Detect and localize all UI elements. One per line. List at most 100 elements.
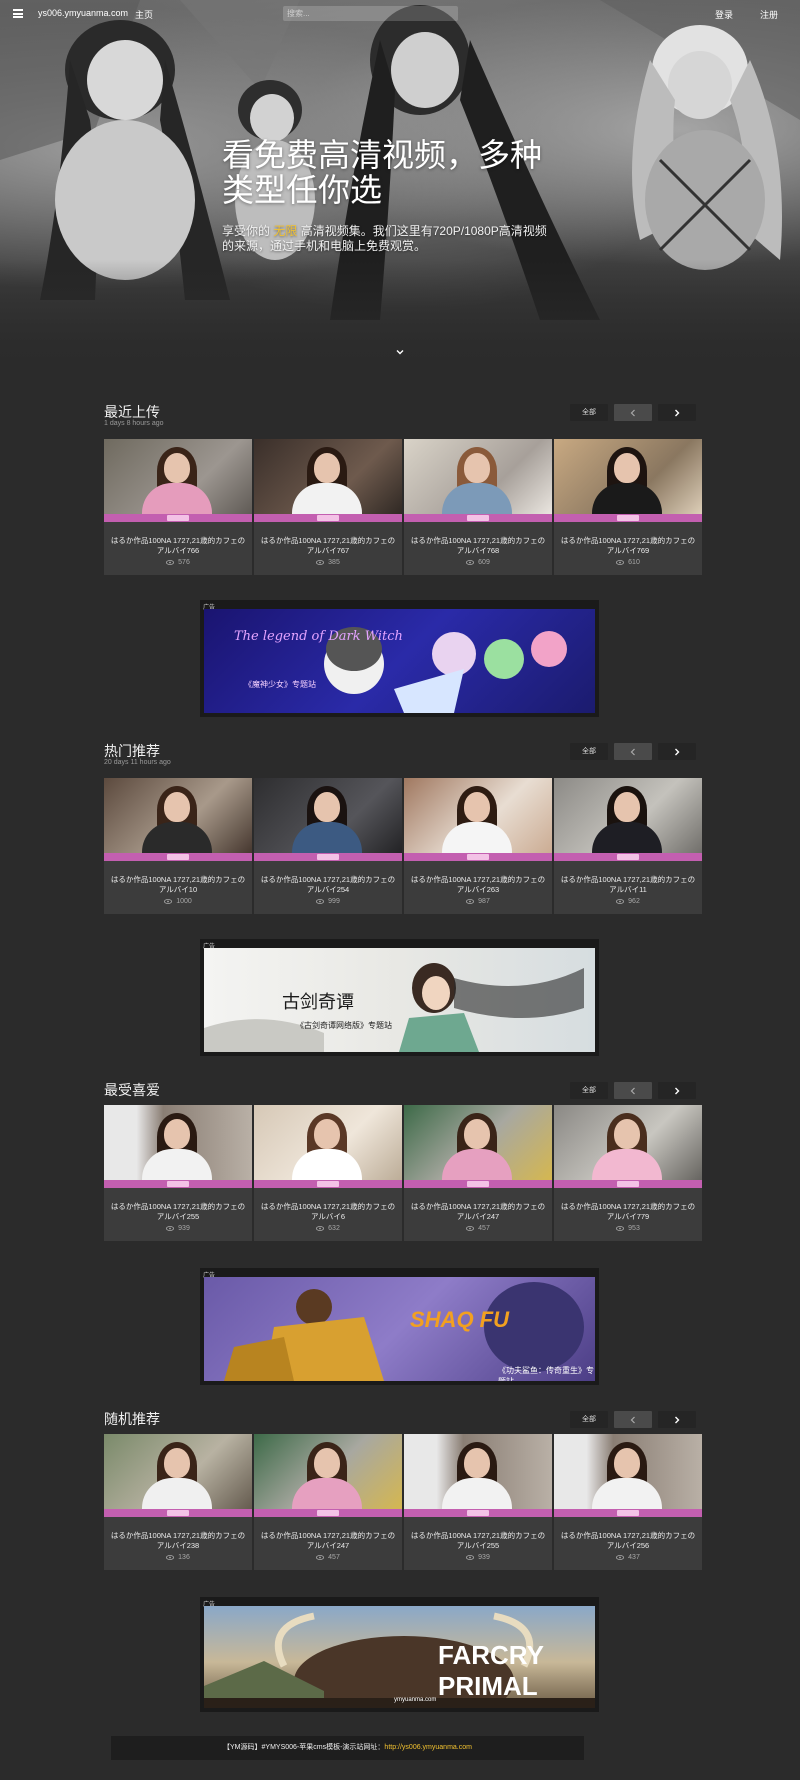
view-all-button[interactable]: 全部: [570, 1082, 608, 1099]
video-thumbnail[interactable]: [254, 1434, 402, 1517]
video-title[interactable]: はるか作品100NA 1727,21歳的カフェのアルバイ247: [410, 1202, 546, 1222]
video-card[interactable]: はるか作品100NA 1727,21歳的カフェのアルバイ255 939: [104, 1105, 252, 1241]
footer-banner: 【YM源码】#YMYS006-苹果cms模板-演示站网址：http://ys00…: [111, 1736, 584, 1760]
video-card[interactable]: はるか作品100NA 1727,21歳的カフェのアルバイ6 632: [254, 1105, 402, 1241]
view-all-button[interactable]: 全部: [570, 743, 608, 760]
video-title[interactable]: はるか作品100NA 1727,21歳的カフェのアルバイ768: [410, 536, 546, 556]
video-thumbnail[interactable]: [404, 439, 552, 522]
video-title[interactable]: はるか作品100NA 1727,21歳的カフェのアルバイ767: [260, 536, 396, 556]
ad-banner-farcry-primal[interactable]: 广告 FARCRY PRIMAL ymyuanma.com: [200, 1597, 599, 1712]
prev-button[interactable]: [614, 404, 652, 421]
section-recent-uploads: 最近上传 1 days 8 hours ago 全部 はるか作品100NA 17…: [104, 402, 702, 575]
video-title[interactable]: はるか作品100NA 1727,21歳的カフェのアルバイ256: [560, 1531, 696, 1551]
view-count: 953: [554, 1225, 702, 1232]
hero-desc-prefix: 享受你的: [222, 224, 271, 238]
video-thumbnail[interactable]: [404, 778, 552, 861]
video-card[interactable]: はるか作品100NA 1727,21歳的カフェのアルバイ247 457: [254, 1434, 402, 1570]
video-title[interactable]: はるか作品100NA 1727,21歳的カフェのアルバイ10: [110, 875, 246, 895]
next-button[interactable]: [658, 1411, 696, 1428]
view-all-button[interactable]: 全部: [570, 1411, 608, 1428]
eye-icon: [316, 899, 325, 904]
video-thumbnail[interactable]: [254, 439, 402, 522]
eye-icon: [616, 560, 625, 565]
ad-image[interactable]: FARCRY PRIMAL ymyuanma.com: [204, 1606, 595, 1708]
video-card[interactable]: はるか作品100NA 1727,21歳的カフェのアルバイ238 136: [104, 1434, 252, 1570]
nav-home-link[interactable]: 主页: [135, 8, 153, 21]
next-button[interactable]: [658, 1082, 696, 1099]
view-all-button[interactable]: 全部: [570, 404, 608, 421]
ad-artwork: [204, 963, 584, 1052]
ad-image[interactable]: SHAQ FU 《功夫鲨鱼：传奇重生》专题站: [204, 1277, 595, 1381]
video-card[interactable]: はるか作品100NA 1727,21歳的カフェのアルバイ769 610: [554, 439, 702, 575]
site-name-link[interactable]: ys006.ymyuanma.com: [38, 8, 128, 18]
next-button[interactable]: [658, 404, 696, 421]
video-thumbnail[interactable]: [104, 439, 252, 522]
video-card[interactable]: はるか作品100NA 1727,21歳的カフェのアルバイ11 962: [554, 778, 702, 914]
video-card[interactable]: はるか作品100NA 1727,21歳的カフェのアルバイ779 953: [554, 1105, 702, 1241]
video-card[interactable]: はるか作品100NA 1727,21歳的カフェのアルバイ247 457: [404, 1105, 552, 1241]
video-card[interactable]: はるか作品100NA 1727,21歳的カフェのアルバイ10 1000: [104, 778, 252, 914]
video-title[interactable]: はるか作品100NA 1727,21歳的カフェのアルバイ263: [410, 875, 546, 895]
section-most-liked: 最受喜爱 全部 はるか作品100NA 1727,21歳的カフェのアルバイ255 …: [104, 1080, 702, 1241]
video-title[interactable]: はるか作品100NA 1727,21歳的カフェのアルバイ6: [260, 1202, 396, 1222]
eye-icon: [316, 1555, 325, 1560]
view-count-value: 576: [178, 559, 190, 566]
view-count-value: 609: [478, 559, 490, 566]
video-card[interactable]: はるか作品100NA 1727,21歳的カフェのアルバイ256 437: [554, 1434, 702, 1570]
video-title[interactable]: はるか作品100NA 1727,21歳的カフェのアルバイ238: [110, 1531, 246, 1551]
view-count: 609: [404, 559, 552, 566]
video-card[interactable]: はるか作品100NA 1727,21歳的カフェのアルバイ263 987: [404, 778, 552, 914]
video-thumbnail[interactable]: [104, 778, 252, 861]
register-link[interactable]: 注册: [760, 8, 778, 21]
hero-desc-highlight: 无限: [273, 224, 298, 238]
video-thumbnail[interactable]: [554, 1105, 702, 1188]
eye-icon: [166, 1555, 175, 1560]
login-link[interactable]: 登录: [715, 8, 733, 21]
ad-banner-dark-witch[interactable]: 广告 The legend of Dark Witch 《魔神少女》专题站: [200, 600, 599, 717]
video-thumbnail[interactable]: [554, 439, 702, 522]
search-input[interactable]: [283, 6, 458, 21]
section-title: 最近上传: [104, 404, 160, 420]
video-title[interactable]: はるか作品100NA 1727,21歳的カフェのアルバイ766: [110, 536, 246, 556]
prev-button[interactable]: [614, 743, 652, 760]
video-thumbnail[interactable]: [104, 1105, 252, 1188]
ad-banner-shaq-fu[interactable]: 广告 SHAQ FU 《功夫鲨鱼：传奇重生》专题站: [200, 1268, 599, 1385]
ad-image[interactable]: The legend of Dark Witch 《魔神少女》专题站: [204, 609, 595, 713]
video-title[interactable]: はるか作品100NA 1727,21歳的カフェのアルバイ247: [260, 1531, 396, 1551]
video-title[interactable]: はるか作品100NA 1727,21歳的カフェのアルバイ769: [560, 536, 696, 556]
video-thumbnail[interactable]: [404, 1105, 552, 1188]
video-card[interactable]: はるか作品100NA 1727,21歳的カフェのアルバイ768 609: [404, 439, 552, 575]
video-card[interactable]: はるか作品100NA 1727,21歳的カフェのアルバイ767 385: [254, 439, 402, 575]
video-card[interactable]: はるか作品100NA 1727,21歳的カフェのアルバイ254 999: [254, 778, 402, 914]
hamburger-menu-icon[interactable]: [13, 9, 23, 18]
scroll-down-chevron-icon[interactable]: [396, 348, 404, 356]
view-count: 610: [554, 559, 702, 566]
video-card[interactable]: はるか作品100NA 1727,21歳的カフェのアルバイ255 939: [404, 1434, 552, 1570]
video-title[interactable]: はるか作品100NA 1727,21歳的カフェのアルバイ255: [110, 1202, 246, 1222]
ad-banner-gujianqitan[interactable]: 广告 古剑奇谭 《古剑奇谭网络版》专题站: [200, 939, 599, 1056]
video-thumbnail[interactable]: [254, 1105, 402, 1188]
video-thumbnail[interactable]: [104, 1434, 252, 1517]
section-controls: 全部: [570, 404, 696, 421]
next-button[interactable]: [658, 743, 696, 760]
video-card[interactable]: はるか作品100NA 1727,21歳的カフェのアルバイ766 576: [104, 439, 252, 575]
footer-demo-link[interactable]: http://ys006.ymyuanma.com: [384, 1744, 472, 1751]
view-count: 632: [254, 1225, 402, 1232]
ad-image[interactable]: 古剑奇谭 《古剑奇谭网络版》专题站: [204, 948, 595, 1052]
section-random-recommended: 随机推荐 全部 はるか作品100NA 1727,21歳的カフェのアルバイ238 …: [104, 1409, 702, 1570]
view-count: 1000: [104, 898, 252, 905]
video-thumbnail[interactable]: [554, 778, 702, 861]
video-title[interactable]: はるか作品100NA 1727,21歳的カフェのアルバイ11: [560, 875, 696, 895]
view-count-value: 999: [328, 898, 340, 905]
eye-icon: [166, 1226, 175, 1231]
ad-caption: 《古剑奇谭网络版》专题站: [296, 1021, 392, 1030]
video-title[interactable]: はるか作品100NA 1727,21歳的カフェのアルバイ255: [410, 1531, 546, 1551]
video-title[interactable]: はるか作品100NA 1727,21歳的カフェのアルバイ779: [560, 1202, 696, 1222]
video-thumbnail[interactable]: [254, 778, 402, 861]
video-thumbnail[interactable]: [554, 1434, 702, 1517]
video-thumbnail[interactable]: [404, 1434, 552, 1517]
video-title[interactable]: はるか作品100NA 1727,21歳的カフェのアルバイ254: [260, 875, 396, 895]
prev-button[interactable]: [614, 1082, 652, 1099]
chevron-right-icon: [675, 409, 680, 416]
prev-button[interactable]: [614, 1411, 652, 1428]
